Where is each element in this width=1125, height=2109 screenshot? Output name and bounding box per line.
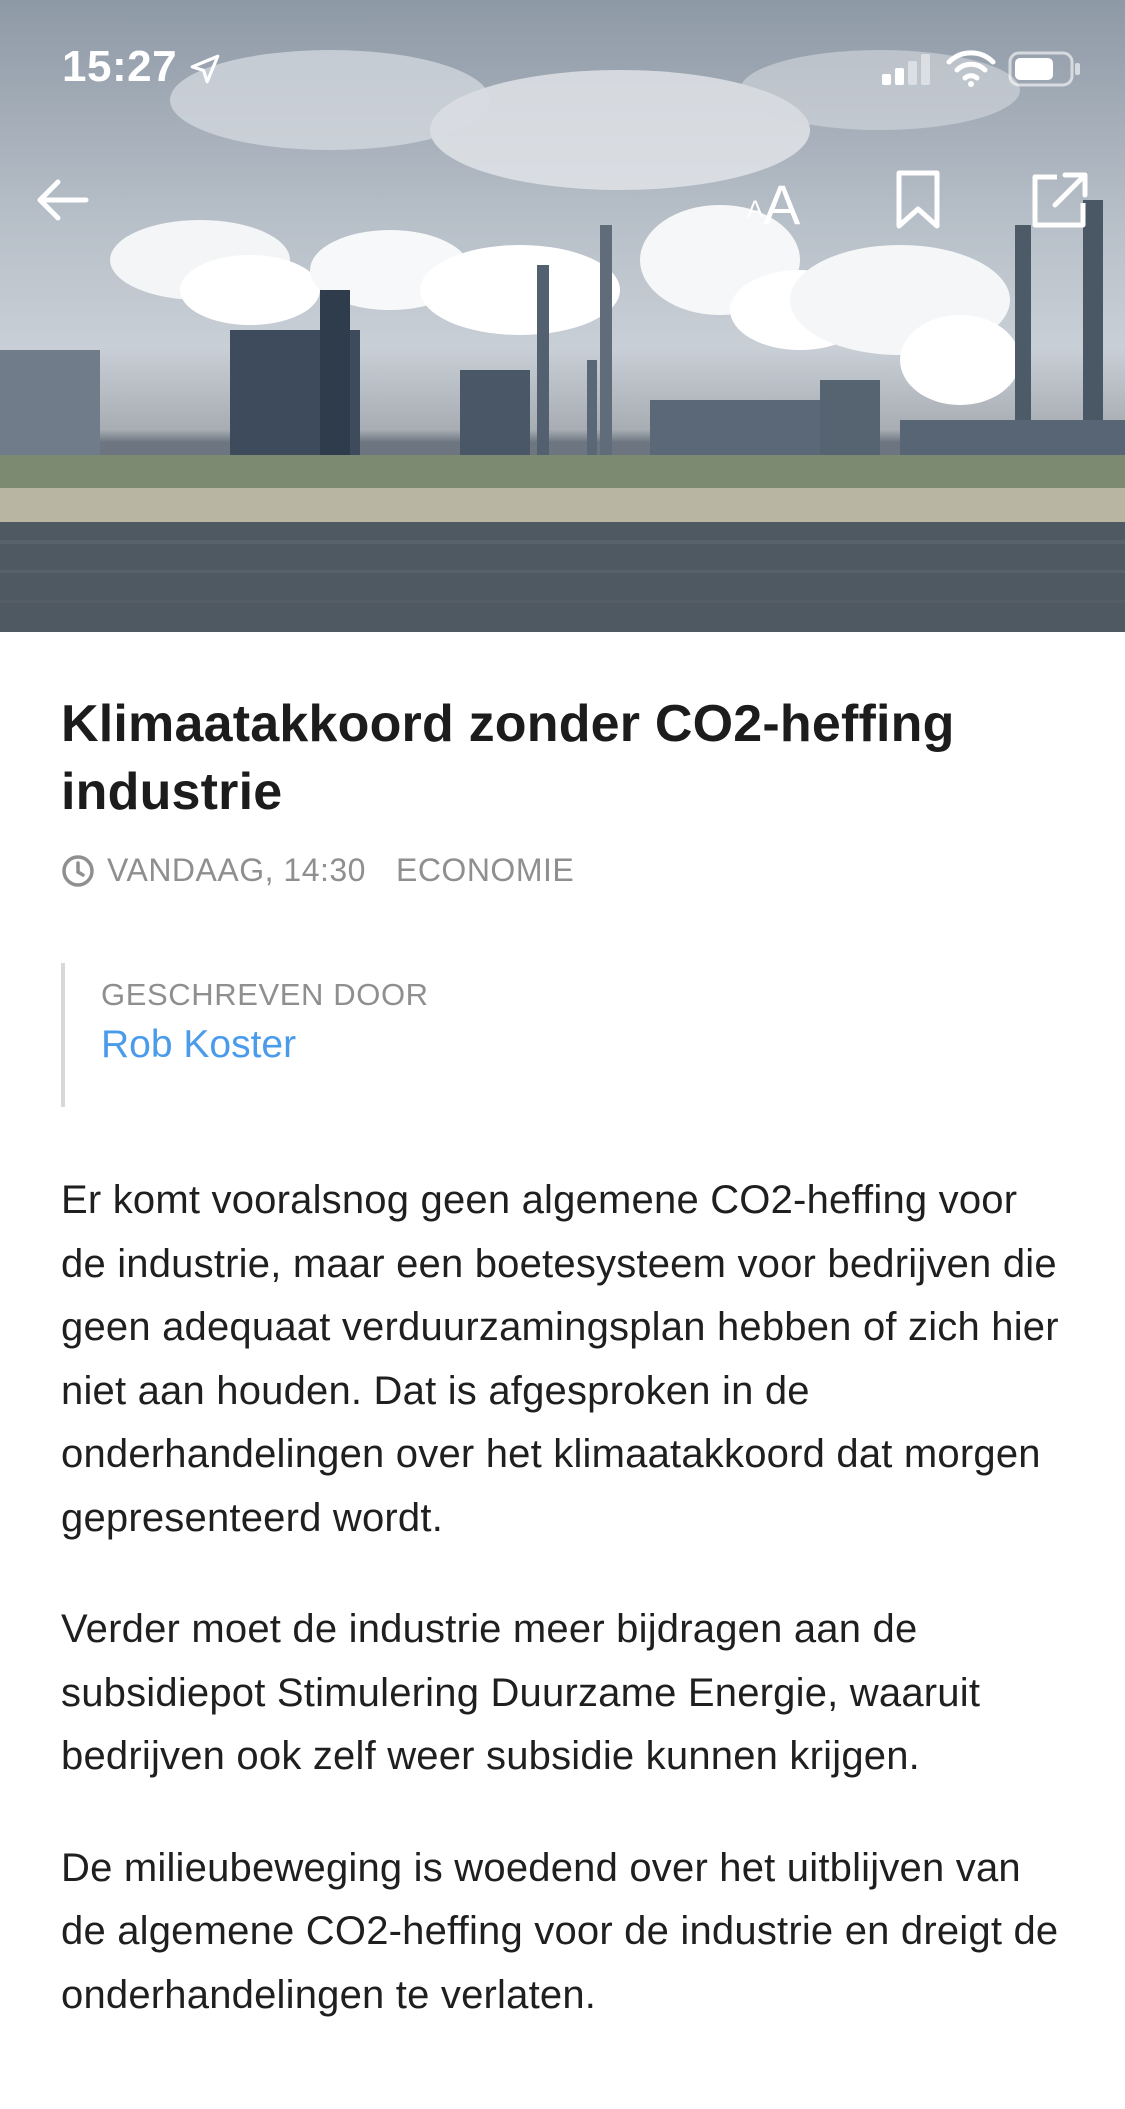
status-time: 15:27 <box>62 42 178 91</box>
location-arrow-icon <box>190 54 220 84</box>
text-size-small-label: A <box>747 196 764 223</box>
bookmark-button[interactable] <box>878 160 958 240</box>
clock-icon <box>62 854 94 887</box>
article-category[interactable]: ECONOMIE <box>396 852 574 889</box>
wifi-icon <box>946 50 996 87</box>
author-label: GESCHREVEN DOOR <box>101 977 429 1012</box>
status-bar: 15:27 <box>0 0 1125 130</box>
article-paragraph: De milieubeweging is woedend over het ui… <box>61 1845 1059 2017</box>
share-external-icon <box>1032 172 1088 228</box>
article-title: Klimaatakkoord zonder CO2-heffing indust… <box>61 695 955 821</box>
text-size-large-label: A <box>763 173 801 236</box>
article-meta: VANDAAG, 14:30 ECONOMIE <box>61 852 1071 889</box>
article: Klimaatakkoord zonder CO2-heffing indust… <box>61 690 1071 2075</box>
article-paragraph: Er komt vooralsnog geen algemene CO2-hef… <box>61 1178 1059 1540</box>
bookmark-icon <box>896 170 940 229</box>
text-size-button[interactable]: A A <box>735 160 815 240</box>
article-body: Er komt vooralsnog geen algemene CO2-hef… <box>61 1169 1071 2027</box>
author-block: GESCHREVEN DOOR Rob Koster <box>61 963 1071 1107</box>
article-paragraph: Verder moet de industrie meer bijdragen … <box>61 1607 981 1778</box>
back-button[interactable] <box>22 160 102 240</box>
text-size-icon: A A <box>735 160 815 240</box>
battery-icon <box>1008 51 1080 87</box>
arrow-left-icon <box>37 179 89 221</box>
author-link[interactable]: Rob Koster <box>101 1023 1071 1067</box>
cellular-signal-icon <box>882 54 930 85</box>
hero-image: 15:27 A A <box>0 0 1125 632</box>
share-button[interactable] <box>1020 160 1100 240</box>
published-time: VANDAAG, 14:30 <box>107 852 366 888</box>
